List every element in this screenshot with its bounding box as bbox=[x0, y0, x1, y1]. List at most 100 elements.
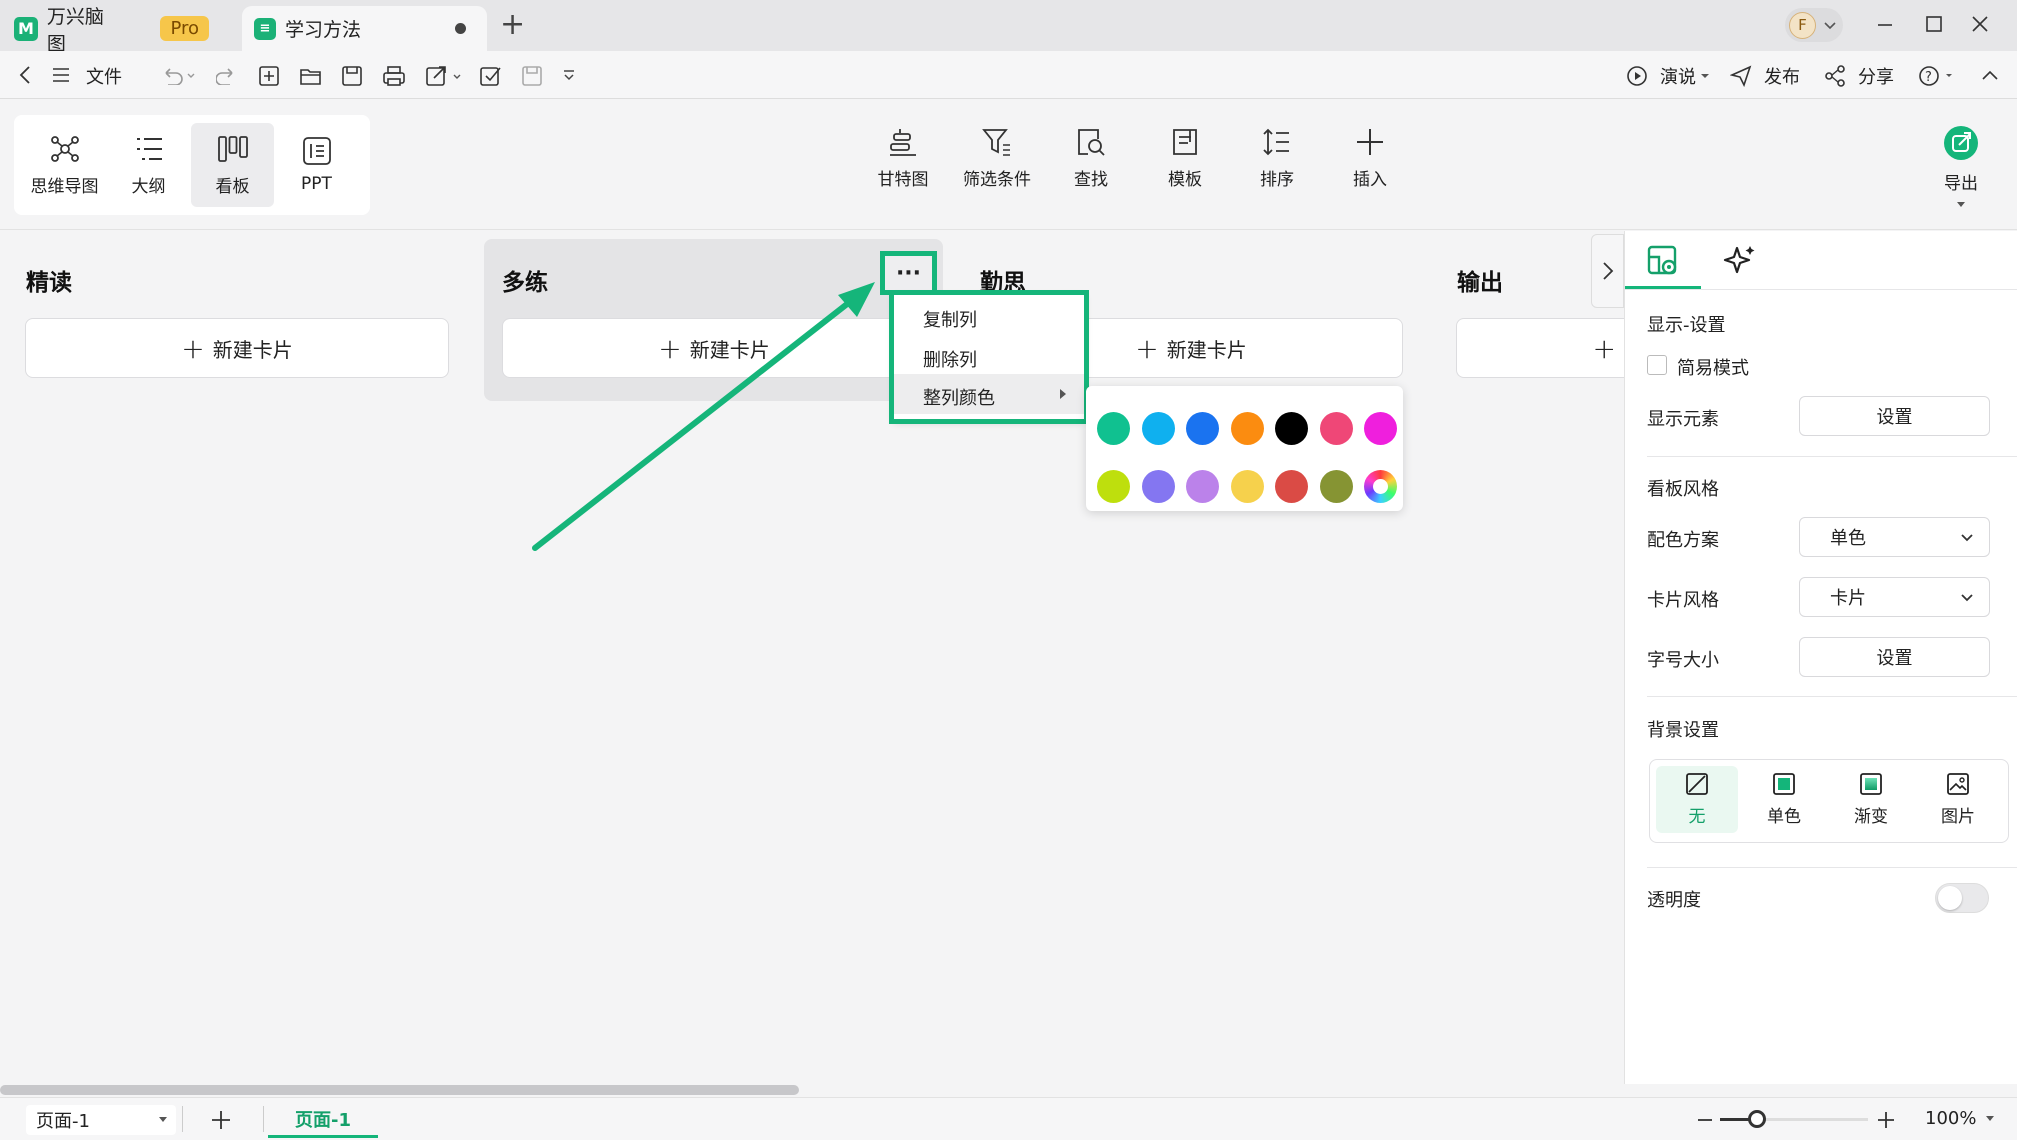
color-swatch[interactable] bbox=[1186, 412, 1219, 445]
color-swatch[interactable] bbox=[1230, 412, 1264, 445]
plus-icon: + bbox=[1135, 331, 1159, 365]
export-button[interactable]: 导出 bbox=[1916, 125, 2006, 218]
bg-option-image[interactable]: 图片 bbox=[1917, 766, 1999, 833]
redo-icon[interactable] bbox=[216, 65, 238, 85]
gantt-label: 甘特图 bbox=[877, 170, 929, 190]
find-button[interactable]: 查找 bbox=[1046, 127, 1136, 190]
color-swatch[interactable] bbox=[1275, 412, 1308, 445]
add-page-icon[interactable] bbox=[211, 1110, 231, 1130]
mindmap-icon bbox=[50, 135, 79, 162]
unsaved-dot-icon[interactable] bbox=[455, 23, 466, 34]
color-swatch[interactable] bbox=[1364, 412, 1397, 445]
zoom-out-icon[interactable] bbox=[1697, 1113, 1713, 1127]
account-menu[interactable]: F bbox=[1785, 8, 1843, 42]
insert-button[interactable]: 插入 bbox=[1325, 127, 1415, 190]
new-card-button[interactable]: + bbox=[1456, 318, 1624, 378]
custom-color-swatch[interactable] bbox=[1364, 470, 1397, 503]
filter-icon bbox=[982, 129, 1010, 156]
divider bbox=[182, 1106, 183, 1132]
maximize-icon[interactable] bbox=[1925, 15, 1943, 33]
save-icon[interactable] bbox=[341, 65, 363, 87]
font-size-set-button[interactable]: 设置 bbox=[1799, 637, 1990, 677]
view-mindmap[interactable]: 思维导图 bbox=[23, 123, 106, 207]
template-button[interactable]: 模板 bbox=[1140, 127, 1230, 190]
plus-icon: + bbox=[181, 331, 205, 365]
divider bbox=[1647, 456, 2017, 457]
new-file-icon[interactable] bbox=[258, 65, 280, 87]
menu-highlight bbox=[889, 290, 1089, 424]
color-swatch[interactable] bbox=[1230, 470, 1264, 503]
undo-icon[interactable] bbox=[160, 65, 196, 85]
bg-option-gradient[interactable]: 渐变 bbox=[1830, 766, 1912, 833]
tab-ai[interactable] bbox=[1701, 231, 1777, 289]
filter-button[interactable]: 筛选条件 bbox=[952, 127, 1042, 190]
color-swatch[interactable] bbox=[1141, 412, 1175, 445]
chevron-down-icon bbox=[159, 1117, 167, 1122]
opacity-toggle[interactable] bbox=[1935, 883, 1989, 913]
page-select[interactable]: 页面-1 bbox=[26, 1105, 176, 1135]
divider bbox=[263, 1106, 264, 1132]
pro-badge[interactable]: Pro bbox=[160, 16, 209, 41]
column-title[interactable]: 精读 bbox=[26, 263, 72, 297]
help-icon[interactable]: ? bbox=[1918, 65, 1958, 87]
ppt-icon bbox=[302, 137, 331, 165]
insert-label: 插入 bbox=[1353, 170, 1387, 190]
color-swatch[interactable] bbox=[1141, 470, 1175, 503]
color-swatch[interactable] bbox=[1319, 470, 1353, 503]
sort-icon bbox=[1263, 128, 1289, 156]
collapse-ribbon-icon[interactable] bbox=[1981, 67, 1999, 83]
back-icon[interactable] bbox=[17, 65, 35, 85]
new-card-label: 新建卡片 bbox=[212, 337, 293, 362]
print-icon[interactable] bbox=[382, 65, 406, 87]
zoom-value: 100% bbox=[1925, 1108, 1977, 1129]
zoom-slider[interactable] bbox=[1720, 1110, 1868, 1128]
view-outline[interactable]: 大纲 bbox=[107, 123, 190, 207]
card-style-select[interactable]: 卡片 bbox=[1799, 577, 1990, 617]
more-tools-icon[interactable] bbox=[562, 69, 576, 83]
horizontal-scrollbar-thumb[interactable] bbox=[0, 1085, 799, 1095]
check-file-icon[interactable] bbox=[479, 65, 503, 87]
sort-label: 排序 bbox=[1260, 170, 1294, 190]
document-tab[interactable]: ≡ 学习方法 bbox=[242, 6, 487, 51]
horizontal-scrollbar-track[interactable] bbox=[0, 1082, 1624, 1097]
zoom-level[interactable]: 100% bbox=[1925, 1108, 1996, 1129]
color-swatch[interactable] bbox=[1186, 470, 1219, 503]
zoom-in-icon[interactable] bbox=[1876, 1110, 1896, 1130]
page-tab[interactable]: 页面-1 bbox=[268, 1102, 378, 1138]
open-folder-icon[interactable] bbox=[299, 66, 323, 86]
menu-icon[interactable] bbox=[52, 67, 70, 83]
save-as-icon[interactable] bbox=[521, 65, 545, 87]
close-icon[interactable] bbox=[1971, 15, 1989, 33]
bg-option-solid[interactable]: 单色 bbox=[1743, 766, 1825, 833]
app-tab[interactable]: M 万兴脑图 Pro bbox=[14, 6, 209, 55]
bg-option-label: 单色 bbox=[1767, 807, 1801, 827]
share-button[interactable]: 分享 bbox=[1858, 63, 1894, 89]
status-bar: 页面-1 页面-1 100% bbox=[0, 1097, 2017, 1140]
export-file-icon[interactable] bbox=[425, 65, 465, 87]
view-switcher: 思维导图 大纲 看板 PPT bbox=[14, 115, 370, 215]
minimize-icon[interactable] bbox=[1876, 16, 1894, 34]
display-elements-set-button[interactable]: 设置 bbox=[1799, 396, 1990, 436]
new-card-button[interactable]: + 新建卡片 bbox=[25, 318, 449, 378]
bg-option-label: 图片 bbox=[1941, 807, 1975, 827]
publish-button[interactable]: 发布 bbox=[1764, 63, 1800, 89]
present-button[interactable]: 演说 bbox=[1660, 63, 1711, 89]
bg-option-none[interactable]: 无 bbox=[1656, 766, 1738, 833]
view-board[interactable]: 看板 bbox=[191, 123, 274, 207]
column-title[interactable]: 输出 bbox=[1457, 263, 1503, 297]
panel-toggle[interactable] bbox=[1591, 234, 1624, 308]
file-menu[interactable]: 文件 bbox=[86, 63, 122, 89]
view-ppt[interactable]: PPT bbox=[275, 123, 358, 207]
color-swatch[interactable] bbox=[1097, 412, 1130, 445]
color-swatch[interactable] bbox=[1319, 412, 1353, 445]
color-swatch[interactable] bbox=[1275, 470, 1308, 503]
sort-button[interactable]: 排序 bbox=[1232, 127, 1322, 190]
zoom-slider-knob[interactable] bbox=[1748, 1110, 1766, 1128]
simple-mode-checkbox[interactable] bbox=[1647, 355, 1667, 375]
color-swatch[interactable] bbox=[1097, 470, 1130, 503]
simple-mode-label: 简易模式 bbox=[1677, 358, 1749, 379]
gantt-button[interactable]: 甘特图 bbox=[858, 127, 948, 190]
tab-display-settings[interactable] bbox=[1625, 231, 1701, 289]
color-scheme-select[interactable]: 单色 bbox=[1799, 517, 1990, 557]
new-tab-button[interactable]: + bbox=[500, 7, 525, 42]
